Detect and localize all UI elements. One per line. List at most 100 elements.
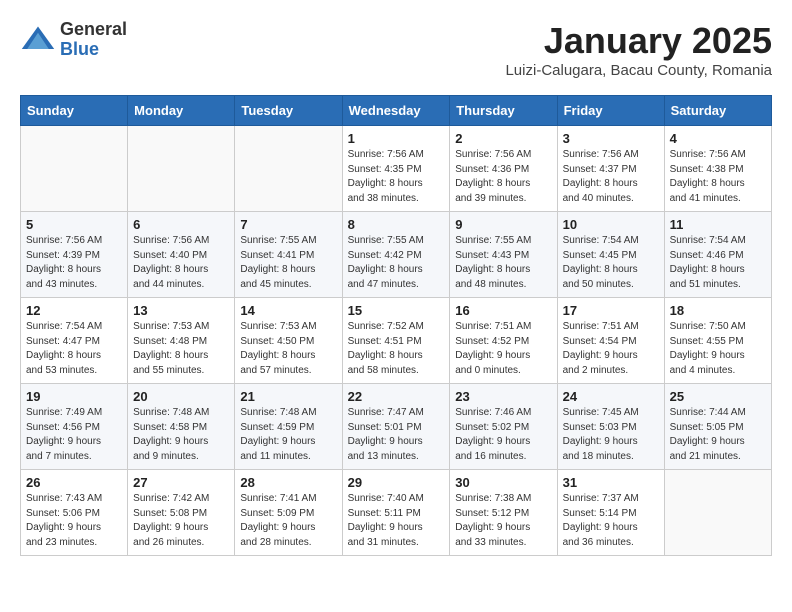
day-number: 18 [670,303,766,318]
day-info: Sunrise: 7:53 AMSunset: 4:50 PMDaylight:… [240,320,336,378]
day-info: Sunrise: 7:52 AMSunset: 4:51 PMDaylight:… [348,320,445,378]
weekday-header-saturday: Saturday [664,96,771,126]
day-number: 20 [133,389,229,404]
day-number: 16 [455,303,551,318]
day-number: 24 [563,389,659,404]
day-info: Sunrise: 7:46 AMSunset: 5:02 PMDaylight:… [455,406,551,464]
calendar-cell: 10 Sunrise: 7:54 AMSunset: 4:45 PMDayligh… [557,212,664,298]
calendar-cell: 24Sunrise: 7:45 AMSunset: 5:03 PMDayligh… [557,384,664,470]
calendar-table: SundayMondayTuesdayWednesdayThursdayFrid… [20,95,772,556]
page-header: General Blue January 2025 Luizi-Calugara… [20,20,772,79]
calendar-cell: 16 Sunrise: 7:51 AMSunset: 4:52 PMDayligh… [450,298,557,384]
weekday-header-friday: Friday [557,96,664,126]
calendar-cell: 20 Sunrise: 7:48 AMSunset: 4:58 PMDayligh… [128,384,235,470]
day-info: Sunrise: 7:56 AMSunset: 4:35 PMDaylight:… [348,148,445,206]
calendar-cell: 8 Sunrise: 7:55 AMSunset: 4:42 PMDaylight… [342,212,450,298]
week-row-4: 19 Sunrise: 7:49 AMSunset: 4:56 PMDayligh… [21,384,772,470]
day-number: 25 [670,389,766,404]
day-number: 13 [133,303,229,318]
day-info: Sunrise: 7:54 AMSunset: 4:47 PMDaylight:… [26,320,122,378]
calendar-cell: 17Sunrise: 7:51 AMSunset: 4:54 PMDayligh… [557,298,664,384]
day-info: Sunrise: 7:37 AMSunset: 5:14 PMDaylight:… [563,492,659,550]
calendar-cell: 14Sunrise: 7:53 AMSunset: 4:50 PMDayligh… [235,298,342,384]
calendar-cell [235,126,342,212]
day-info: Sunrise: 7:50 AMSunset: 4:55 PMDaylight:… [670,320,766,378]
calendar-cell: 13Sunrise: 7:53 AMSunset: 4:48 PMDayligh… [128,298,235,384]
weekday-header-wednesday: Wednesday [342,96,450,126]
day-number: 12 [26,303,122,318]
day-info: Sunrise: 7:48 AMSunset: 4:59 PMDaylight:… [240,406,336,464]
location-title: Luizi-Calugara, Bacau County, Romania [505,62,772,79]
month-title: January 2025 [505,20,772,62]
day-number: 28 [240,475,336,490]
day-number: 5 [26,217,122,232]
day-info: Sunrise: 7:44 AMSunset: 5:05 PMDaylight:… [670,406,766,464]
day-info: Sunrise: 7:40 AMSunset: 5:11 PMDaylight:… [348,492,445,550]
day-info: Sunrise: 7:56 AMSunset: 4:38 PMDaylight:… [670,148,766,206]
day-number: 1 [348,131,445,146]
day-number: 29 [348,475,445,490]
logo-blue-text: Blue [60,40,127,60]
day-info: Sunrise: 7:56 AMSunset: 4:36 PMDaylight:… [455,148,551,206]
day-number: 23 [455,389,551,404]
day-number: 6 [133,217,229,232]
weekday-header-thursday: Thursday [450,96,557,126]
day-info: Sunrise: 7:55 AMSunset: 4:42 PMDaylight:… [348,234,445,292]
calendar-cell: 1 Sunrise: 7:56 AMSunset: 4:35 PMDaylight… [342,126,450,212]
calendar-cell [128,126,235,212]
week-row-3: 12 Sunrise: 7:54 AMSunset: 4:47 PMDayligh… [21,298,772,384]
calendar-cell: 2Sunrise: 7:56 AMSunset: 4:36 PMDaylight… [450,126,557,212]
day-info: Sunrise: 7:48 AMSunset: 4:58 PMDaylight:… [133,406,229,464]
week-row-2: 5 Sunrise: 7:56 AMSunset: 4:39 PMDaylight… [21,212,772,298]
day-number: 19 [26,389,122,404]
day-number: 10 [563,217,659,232]
calendar-cell: 3 Sunrise: 7:56 AMSunset: 4:37 PMDaylight… [557,126,664,212]
day-info: Sunrise: 7:54 AMSunset: 4:45 PMDaylight:… [563,234,659,292]
calendar-cell: 25 Sunrise: 7:44 AMSunset: 5:05 PMDayligh… [664,384,771,470]
calendar-cell: 11 Sunrise: 7:54 AMSunset: 4:46 PMDayligh… [664,212,771,298]
calendar-cell: 26Sunrise: 7:43 AMSunset: 5:06 PMDayligh… [21,470,128,556]
week-row-5: 26Sunrise: 7:43 AMSunset: 5:06 PMDayligh… [21,470,772,556]
calendar-cell: 22 Sunrise: 7:47 AMSunset: 5:01 PMDayligh… [342,384,450,470]
day-info: Sunrise: 7:54 AMSunset: 4:46 PMDaylight:… [670,234,766,292]
day-info: Sunrise: 7:51 AMSunset: 4:54 PMDaylight:… [563,320,659,378]
logo-text: General Blue [60,20,127,60]
day-number: 21 [240,389,336,404]
day-number: 8 [348,217,445,232]
day-number: 30 [455,475,551,490]
day-number: 31 [563,475,659,490]
day-info: Sunrise: 7:55 AMSunset: 4:43 PMDaylight:… [455,234,551,292]
calendar-cell: 5 Sunrise: 7:56 AMSunset: 4:39 PMDaylight… [21,212,128,298]
day-info: Sunrise: 7:47 AMSunset: 5:01 PMDaylight:… [348,406,445,464]
day-info: Sunrise: 7:42 AMSunset: 5:08 PMDaylight:… [133,492,229,550]
calendar-cell: 23 Sunrise: 7:46 AMSunset: 5:02 PMDayligh… [450,384,557,470]
calendar-cell: 15Sunrise: 7:52 AMSunset: 4:51 PMDayligh… [342,298,450,384]
calendar-cell: 30 Sunrise: 7:38 AMSunset: 5:12 PMDayligh… [450,470,557,556]
calendar-cell: 28Sunrise: 7:41 AMSunset: 5:09 PMDayligh… [235,470,342,556]
day-info: Sunrise: 7:55 AMSunset: 4:41 PMDaylight:… [240,234,336,292]
day-info: Sunrise: 7:38 AMSunset: 5:12 PMDaylight:… [455,492,551,550]
logo-icon [20,22,56,58]
day-number: 11 [670,217,766,232]
calendar-cell [664,470,771,556]
day-info: Sunrise: 7:43 AMSunset: 5:06 PMDaylight:… [26,492,122,550]
day-number: 27 [133,475,229,490]
calendar-cell: 4Sunrise: 7:56 AMSunset: 4:38 PMDaylight… [664,126,771,212]
day-number: 22 [348,389,445,404]
weekday-header-tuesday: Tuesday [235,96,342,126]
day-info: Sunrise: 7:51 AMSunset: 4:52 PMDaylight:… [455,320,551,378]
day-number: 3 [563,131,659,146]
title-area: January 2025 Luizi-Calugara, Bacau Count… [505,20,772,79]
day-info: Sunrise: 7:49 AMSunset: 4:56 PMDaylight:… [26,406,122,464]
weekday-header-sunday: Sunday [21,96,128,126]
day-info: Sunrise: 7:56 AMSunset: 4:39 PMDaylight:… [26,234,122,292]
calendar-cell: 7Sunrise: 7:55 AMSunset: 4:41 PMDaylight… [235,212,342,298]
logo: General Blue [20,20,127,60]
week-row-1: 1 Sunrise: 7:56 AMSunset: 4:35 PMDaylight… [21,126,772,212]
calendar-cell: 19 Sunrise: 7:49 AMSunset: 4:56 PMDayligh… [21,384,128,470]
calendar-cell: 12 Sunrise: 7:54 AMSunset: 4:47 PMDayligh… [21,298,128,384]
calendar-cell: 27 Sunrise: 7:42 AMSunset: 5:08 PMDayligh… [128,470,235,556]
day-info: Sunrise: 7:56 AMSunset: 4:37 PMDaylight:… [563,148,659,206]
calendar-cell: 21 Sunrise: 7:48 AMSunset: 4:59 PMDayligh… [235,384,342,470]
calendar-cell [21,126,128,212]
